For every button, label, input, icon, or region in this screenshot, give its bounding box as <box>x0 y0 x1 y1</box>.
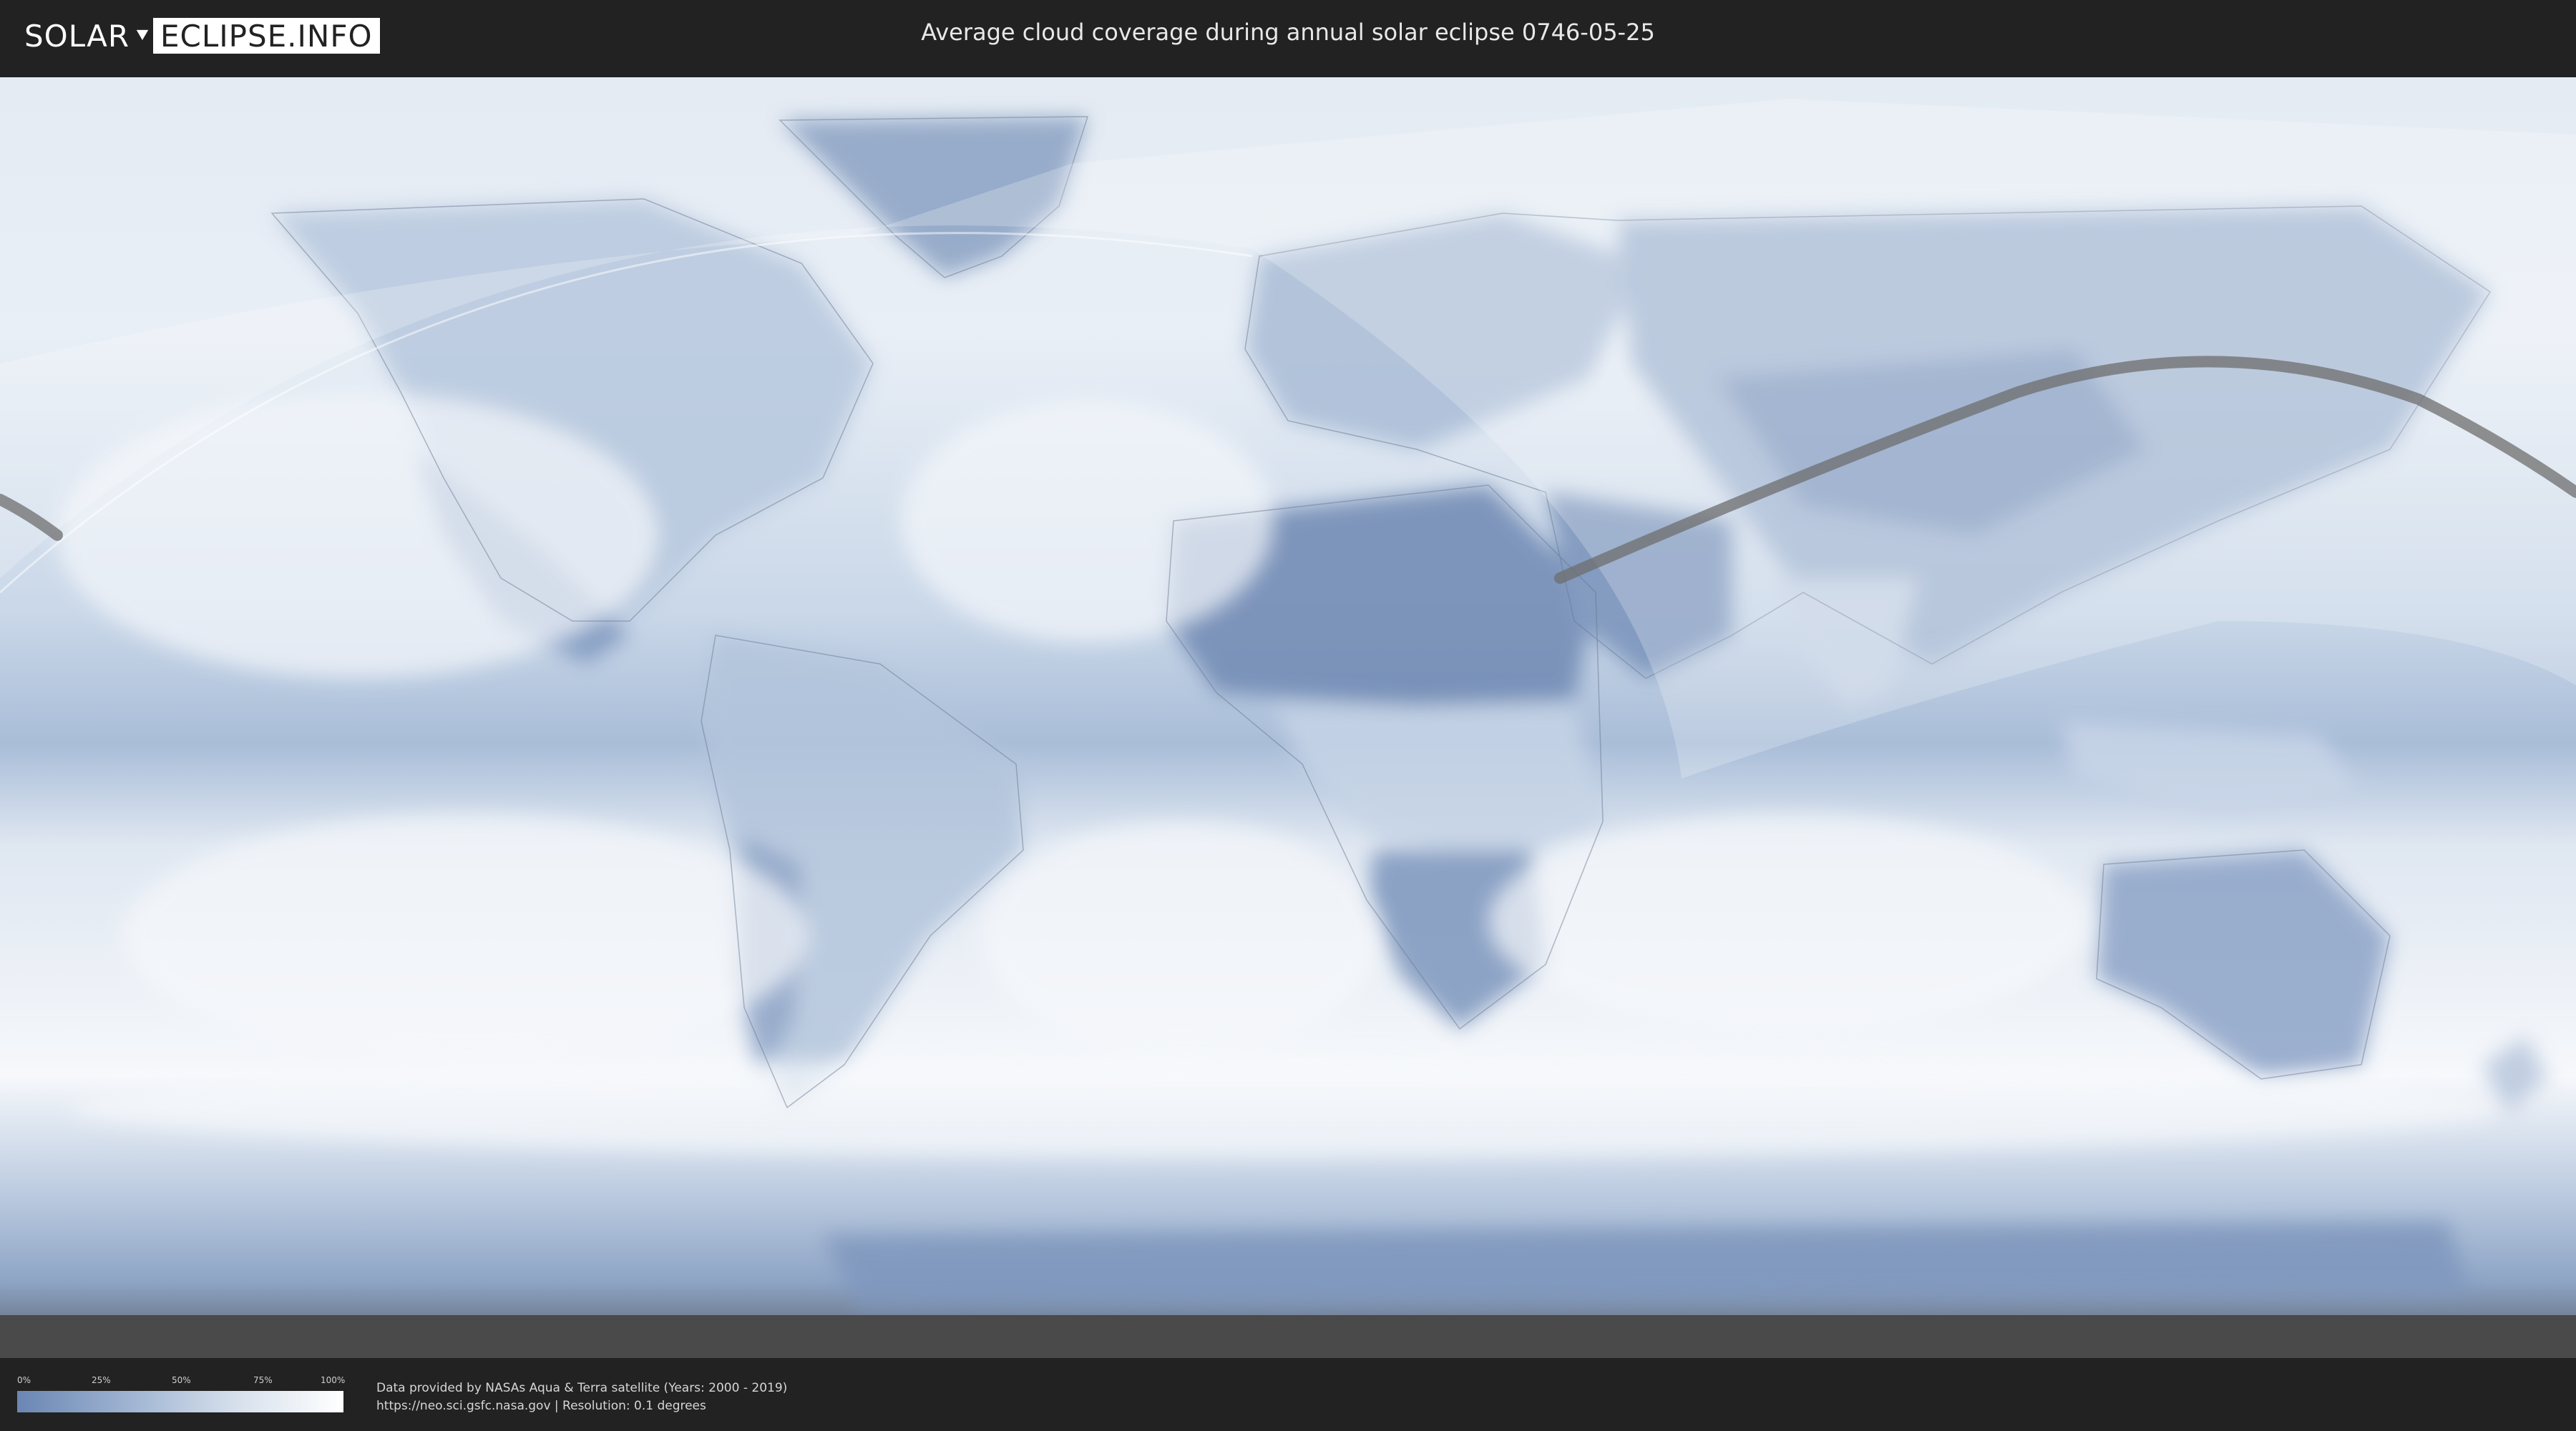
indian-ocean-clear <box>1488 814 2089 1029</box>
antarctica-land <box>823 1222 2469 1308</box>
legend-tick: 25% <box>92 1375 111 1385</box>
southern-ocean-clear <box>72 1058 2504 1158</box>
legend-tick: 100% <box>321 1375 346 1385</box>
cloud-coverage-map[interactable] <box>0 77 2576 1358</box>
legend-tick: 75% <box>253 1375 273 1385</box>
polar-night-strip <box>0 1315 2576 1358</box>
south-atlantic-clear <box>980 821 1381 1050</box>
legend-tick: 50% <box>172 1375 191 1385</box>
data-credits: Data provided by NASAs Aqua & Terra sate… <box>376 1379 787 1415</box>
south-pacific-clear <box>122 814 809 1058</box>
credit-line-1: Data provided by NASAs Aqua & Terra sate… <box>376 1381 788 1395</box>
cloud-legend: 0% 25% 50% 75% 100% <box>17 1375 346 1412</box>
header-bar: SOLAR ⯆ ECLIPSE.INFO Average cloud cover… <box>0 0 2576 72</box>
footer-bar: 0% 25% 50% 75% 100% Data provided by NAS… <box>0 1358 2576 1431</box>
legend-ticks: 0% 25% 50% 75% 100% <box>17 1375 346 1388</box>
map-svg <box>0 77 2576 1358</box>
atlantic-clear <box>902 399 1274 643</box>
legend-tick: 0% <box>17 1375 31 1385</box>
credit-line-2[interactable]: https://neo.sci.gsfc.nasa.gov | Resoluti… <box>376 1397 787 1415</box>
legend-gradient-bar <box>17 1391 343 1412</box>
page-title: Average cloud coverage during annual sol… <box>921 19 1655 46</box>
